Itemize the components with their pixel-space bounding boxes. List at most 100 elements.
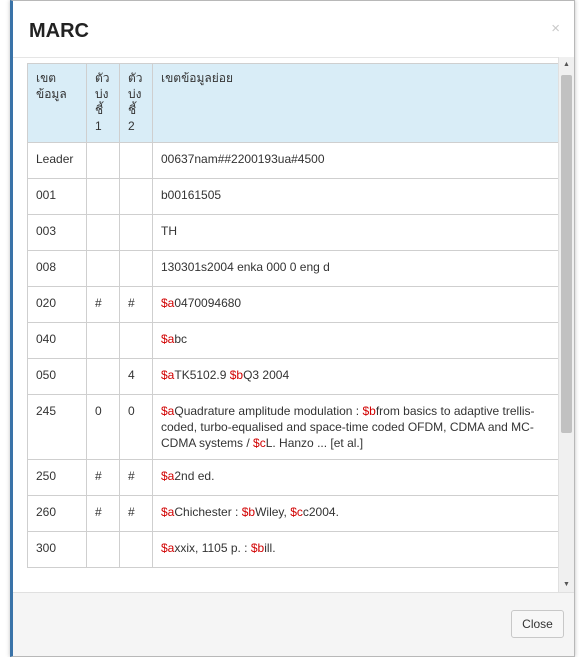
subfield-text: 2nd ed. (174, 469, 215, 483)
dialog-footer: Close (13, 592, 574, 656)
subfield-data: b00161505 (152, 178, 561, 215)
subfield-data: $a2nd ed. (152, 459, 561, 496)
indicator-2 (119, 531, 153, 568)
indicator-1 (86, 142, 120, 179)
subfield-text: TH (161, 224, 177, 238)
subfield-data: 00637nam##2200193ua#4500 (152, 142, 561, 179)
field-tag: 050 (27, 358, 87, 395)
indicator-1 (86, 214, 120, 251)
subfield-data: $a0470094680 (152, 286, 561, 323)
close-x-icon[interactable]: × (551, 21, 560, 36)
indicator-1 (86, 322, 120, 359)
dialog-title: MARC (29, 20, 89, 42)
indicator-2: 0 (119, 394, 153, 460)
indicator-2 (119, 322, 153, 359)
indicator-1: # (86, 286, 120, 323)
subfield-code: $a (161, 505, 175, 519)
field-tag: 001 (27, 178, 87, 215)
field-tag: 260 (27, 495, 87, 532)
subfield-code: $a (161, 332, 175, 346)
table-row: 003 TH (27, 214, 561, 251)
table-body: Leader 00637nam##2200193ua#4500 001 b001615… (27, 142, 561, 568)
subfield-code: $a (161, 541, 175, 555)
subfield-data: $aQuadrature amplitude modulation : $bfr… (152, 394, 561, 460)
indicator-1: 0 (86, 394, 120, 460)
field-tag: 250 (27, 459, 87, 496)
indicator-1: # (86, 459, 120, 496)
vertical-scrollbar[interactable]: ▲ ▼ (558, 57, 574, 592)
subfield-code: $c (290, 505, 303, 519)
subfield-code: $b (362, 404, 376, 418)
indicator-1 (86, 250, 120, 287)
table-row: Leader 00637nam##2200193ua#4500 (27, 142, 561, 179)
table-row: 040 $abc (27, 322, 561, 359)
indicator-2: # (119, 495, 153, 532)
header-subfields: เขตข้อมูลย่อย (152, 63, 561, 143)
field-tag: 008 (27, 250, 87, 287)
subfield-code: $b (241, 505, 256, 519)
subfield-data: $aTK5102.9 $bQ3 2004 (152, 358, 561, 395)
close-button[interactable]: Close (511, 610, 564, 638)
field-tag: Leader (27, 142, 87, 179)
marc-table: เขตข้อมูล ตัวบ่งชี้ 1 ตัวบ่งชี้ 2 เขตข้อ… (27, 63, 561, 568)
header-indicator-2: ตัวบ่งชี้ 2 (119, 63, 153, 143)
subfield-text: Quadrature amplitude modulation : (174, 404, 363, 418)
scroll-up-arrow-icon[interactable]: ▲ (559, 57, 574, 72)
table-row: 050 4 $aTK5102.9 $bQ3 2004 (27, 358, 561, 395)
table-row: 008 130301s2004 enka 000 0 eng d (27, 250, 561, 287)
indicator-1 (86, 358, 120, 395)
subfield-text: xxix, 1105 p. : (174, 541, 251, 555)
subfield-code: $a (161, 469, 175, 483)
subfield-data: $axxix, 1105 p. : $bill. (152, 531, 561, 568)
scroll-down-arrow-icon[interactable]: ▼ (559, 577, 574, 592)
table-row: 020 # # $a0470094680 (27, 286, 561, 323)
header-field-tag: เขตข้อมูล (27, 63, 87, 143)
field-tag: 245 (27, 394, 87, 460)
indicator-2 (119, 250, 153, 287)
indicator-2: # (119, 286, 153, 323)
scrollbar-thumb[interactable] (561, 75, 572, 433)
subfield-text: Q3 2004 (243, 368, 290, 382)
subfield-text: ill. (264, 541, 276, 555)
subfield-text: 00637nam##2200193ua#4500 (161, 152, 325, 166)
table-row: 250 # # $a2nd ed. (27, 459, 561, 496)
subfield-data: $aChichester : $bWiley, $cc2004. (152, 495, 561, 532)
subfield-text: 130301s2004 enka 000 0 eng d (161, 260, 330, 274)
indicator-2 (119, 142, 153, 179)
table-row: 300 $axxix, 1105 p. : $bill. (27, 531, 561, 568)
field-tag: 300 (27, 531, 87, 568)
subfield-code: $a (161, 404, 175, 418)
subfield-code: $b (250, 541, 265, 555)
subfield-text: TK5102.9 (174, 368, 230, 382)
table-header-row: เขตข้อมูล ตัวบ่งชี้ 1 ตัวบ่งชี้ 2 เขตข้อ… (27, 63, 561, 143)
header-indicator-1: ตัวบ่งชี้ 1 (86, 63, 120, 143)
dialog-header: MARC × (13, 1, 574, 58)
subfield-data: $abc (152, 322, 561, 359)
subfield-text: Wiley, (255, 505, 291, 519)
subfield-data: 130301s2004 enka 000 0 eng d (152, 250, 561, 287)
field-tag: 003 (27, 214, 87, 251)
indicator-2: # (119, 459, 153, 496)
subfield-data: TH (152, 214, 561, 251)
subfield-code: $a (161, 296, 175, 310)
table-row: 245 0 0 $aQuadrature amplitude modulation :… (27, 394, 561, 460)
dialog-body[interactable]: เขตข้อมูล ตัวบ่งชี้ 1 ตัวบ่งชี้ 2 เขตข้อ… (13, 57, 574, 592)
subfield-text: bc (174, 332, 188, 346)
field-tag: 040 (27, 322, 87, 359)
indicator-1: # (86, 495, 120, 532)
indicator-1 (86, 531, 120, 568)
subfield-text: L. Hanzo ... [et al.] (265, 436, 364, 450)
table-row: 001 b00161505 (27, 178, 561, 215)
subfield-text: 0470094680 (174, 296, 242, 310)
subfield-code: $c (253, 436, 266, 450)
subfield-text: Chichester : (174, 505, 242, 519)
indicator-2 (119, 214, 153, 251)
indicator-2 (119, 178, 153, 215)
marc-dialog: MARC × เขตข้อมูล ตัวบ่งชี้ 1 ตัวบ่งชี้ 2… (10, 0, 575, 657)
indicator-1 (86, 178, 120, 215)
subfield-text: b00161505 (161, 188, 222, 202)
subfield-text: c2004. (302, 505, 339, 519)
field-tag: 020 (27, 286, 87, 323)
subfield-code: $b (229, 368, 244, 382)
table-row: 260 # # $aChichester : $bWiley, $cc2004. (27, 495, 561, 532)
